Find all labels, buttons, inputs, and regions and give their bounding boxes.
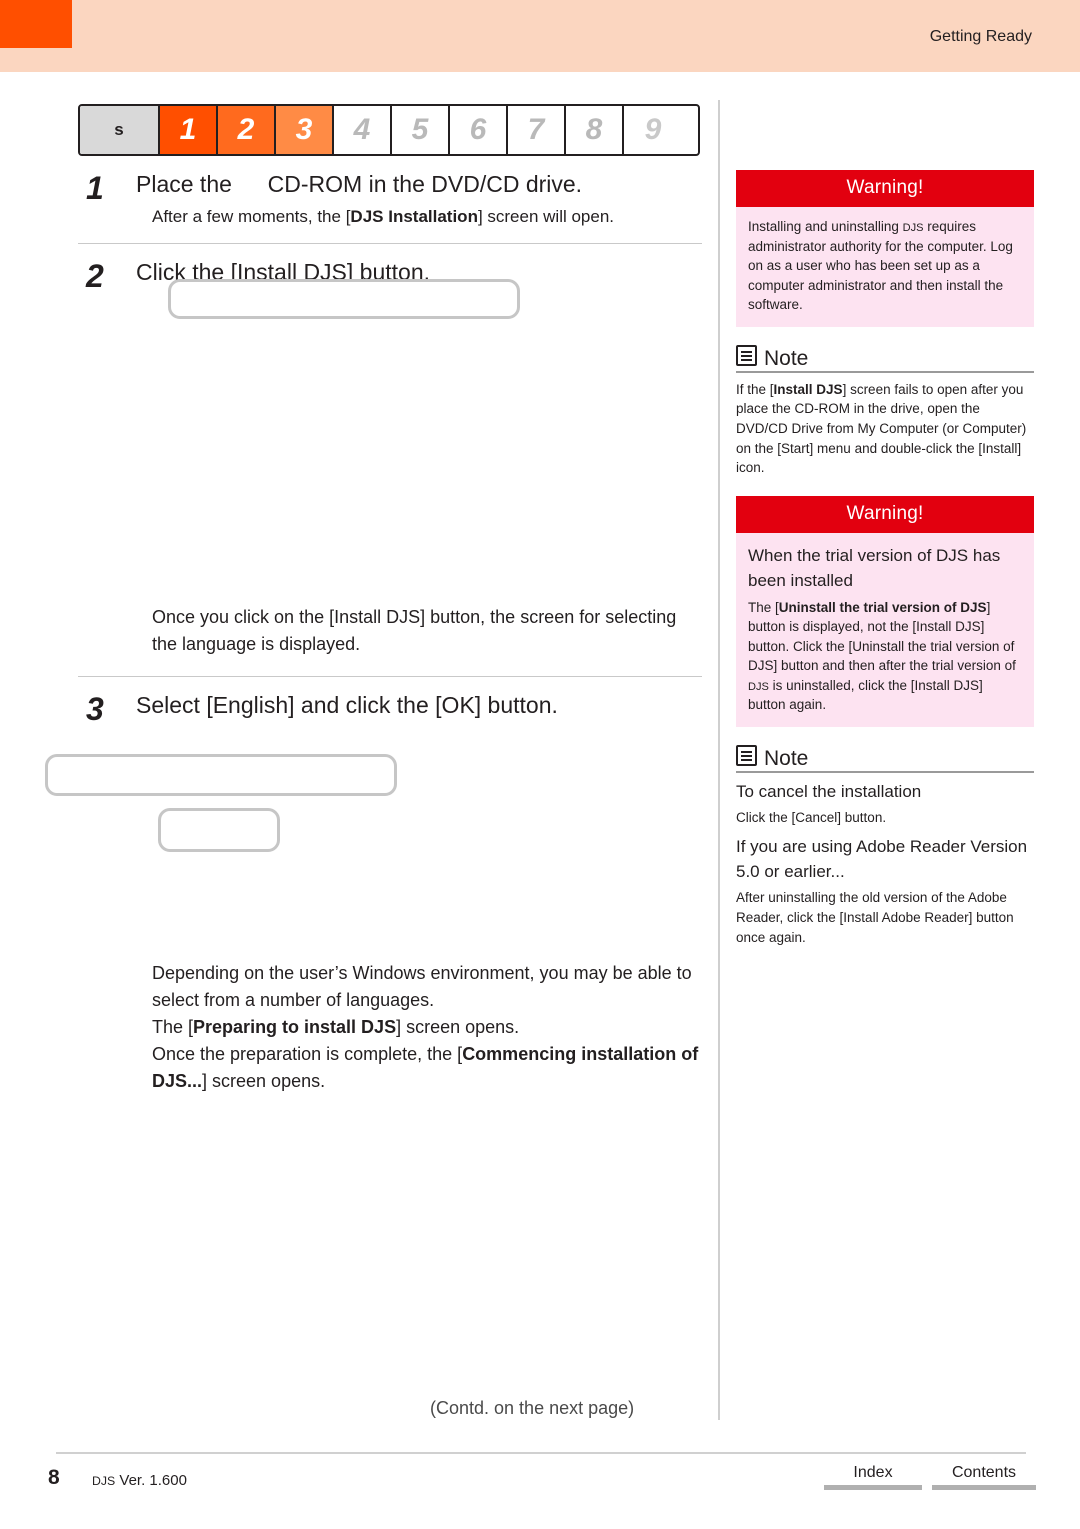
warning-2-heading: When the trial version of DJS has been i…: [748, 545, 1001, 591]
step-1-number: 1: [86, 170, 104, 206]
note-1-body: If the [Install DJS] screen fails to ope…: [736, 380, 1034, 478]
continued-note: (Contd. on the next page): [430, 1398, 635, 1418]
note-box-2: Note To cancel the installation Click th…: [736, 745, 1034, 947]
note-1-header: Note: [736, 344, 1034, 373]
note-2-heading-2: If you are using Adobe Reader Version 5.…: [736, 837, 1028, 881]
warning-2-pre: The [: [748, 599, 779, 615]
tab-step-2[interactable]: 2: [218, 106, 276, 154]
step-3-number: 3: [86, 691, 104, 728]
version-djs: DJS: [92, 1474, 116, 1488]
step-3-line2-pre: The [: [152, 1017, 194, 1038]
divider-2: [78, 676, 702, 678]
tab-step-1[interactable]: 1: [160, 106, 218, 154]
warning-1-body-pre: Installing and uninstalling: [748, 219, 903, 234]
tab-step-3[interactable]: 3: [276, 106, 334, 154]
note-icon: [736, 745, 757, 766]
tab-step-5[interactable]: 5: [392, 106, 450, 154]
warning-1-body: Installing and uninstalling DJS requires…: [736, 207, 1034, 327]
warning-box-1: Warning! Installing and uninstalling DJS…: [736, 170, 1034, 327]
step-2-body: Once you click on the [Install DJS] butt…: [152, 607, 677, 655]
warning-box-2: Warning! When the trial version of DJS h…: [736, 495, 1034, 727]
step-1-sub-post: ] screen will open.: [477, 206, 615, 226]
tab-label-s[interactable]: s: [80, 106, 160, 154]
note-2-body-1: Click the [Cancel] button.: [736, 809, 887, 825]
note-1-pre: If the [: [736, 381, 774, 397]
step-3-body: Depending on the user’s Windows environm…: [152, 960, 706, 1095]
step-3-line2-post: ] screen opens.: [396, 1017, 520, 1038]
header-accent-block: [0, 0, 72, 48]
step-tabbar[interactable]: s 1 2 3 4 5 6 7 8 9: [78, 104, 700, 156]
step-3-line3-post: ] screen opens.: [202, 1071, 326, 1092]
note-2-heading-1: To cancel the installation: [736, 782, 922, 801]
tab-step-8[interactable]: 8: [566, 106, 624, 154]
step-3-line3-pre: Once the preparation is complete, the [: [152, 1044, 463, 1065]
section-title: Getting Ready: [929, 28, 1032, 45]
tab-step-7[interactable]: 7: [508, 106, 566, 154]
step-2-number: 2: [86, 257, 104, 294]
note-box-1: Note If the [Install DJS] screen fails t…: [736, 344, 1034, 478]
warning-2-bold: Uninstall the trial version of DJS: [778, 599, 987, 615]
note-2-body: To cancel the installation Click the [Ca…: [736, 780, 1034, 947]
note-1-bold: Install DJS: [773, 381, 843, 397]
version-label: DJS Ver. 1.600: [92, 1472, 187, 1489]
page-number: 8: [48, 1466, 60, 1489]
warning-2-djs: DJS: [748, 680, 769, 693]
tab-step-9[interactable]: 9: [624, 106, 682, 154]
step-1-sub-bold: DJS Installation: [350, 206, 478, 226]
tab-step-4[interactable]: 4: [334, 106, 392, 154]
note-2-body-2: After uninstalling the old version of th…: [736, 890, 1014, 945]
step-3-body-line-1: Depending on the user’s Windows environm…: [152, 963, 692, 1011]
screenshot-placeholder-install-djs: [168, 279, 520, 319]
warning-1-title: Warning!: [736, 170, 1034, 207]
version-number: Ver. 1.600: [115, 1472, 187, 1489]
warning-2-post: is uninstalled, click the [Install DJS] …: [748, 677, 983, 713]
contents-button[interactable]: Contents: [932, 1464, 1036, 1490]
step-3-body-line-3: Once the preparation is complete, the [C…: [152, 1041, 706, 1095]
step-3-body-line-2: The [Preparing to install DJS] screen op…: [152, 1014, 706, 1041]
note-icon: [736, 344, 757, 366]
screenshot-placeholder-language-select: [45, 754, 397, 796]
sidebar: Warning! Installing and uninstalling DJS…: [736, 170, 1034, 947]
note-2-header: Note: [736, 745, 1034, 773]
step-3-line2-bold: Preparing to install DJS: [193, 1017, 397, 1038]
page-header: Getting Ready: [0, 0, 1080, 72]
step-1: 1 Place the CD-ROM in the DVD/CD drive. …: [78, 170, 706, 229]
warning-2-body: When the trial version of DJS has been i…: [736, 532, 1034, 727]
note-1-title: Note: [764, 346, 809, 370]
step-1-sub-pre: After a few moments, the [: [152, 206, 351, 226]
screenshot-placeholder-ok-button: [158, 808, 280, 852]
warning-2-title: Warning!: [736, 495, 1034, 533]
tab-step-6[interactable]: 6: [450, 106, 508, 154]
step-3: 3 Select [English] and click the [OK] bu…: [78, 691, 706, 727]
index-button[interactable]: Index: [824, 1464, 922, 1490]
step-1-title: Place the CD-ROM in the DVD/CD drive.: [136, 171, 583, 197]
step-1-subtext: After a few moments, the [DJS Installati…: [152, 205, 706, 229]
column-divider: [718, 100, 720, 1420]
warning-1-body-djs: DJS: [902, 222, 924, 234]
note-2-title: Note: [764, 747, 809, 770]
step-3-title: Select [English] and click the [OK] butt…: [136, 692, 558, 719]
footer-divider: [56, 1452, 1026, 1454]
divider-1: [78, 242, 702, 244]
